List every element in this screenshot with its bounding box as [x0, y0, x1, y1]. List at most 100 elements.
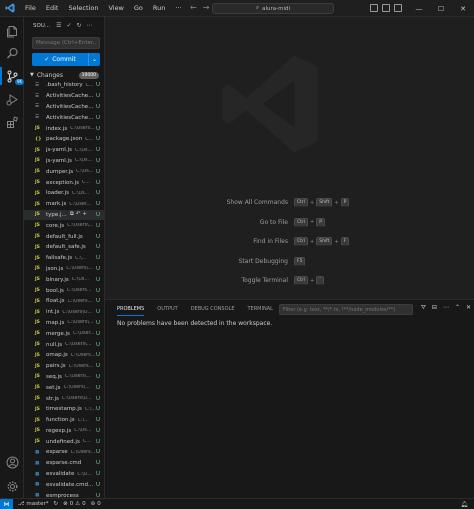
changed-file-row[interactable]: JS loader.js C:\Us... U	[24, 188, 104, 199]
tab-debug-console[interactable]: DEBUG CONSOLE	[191, 300, 235, 318]
ports-status[interactable]: ⊚ 0	[91, 501, 101, 507]
changed-file-row[interactable]: JS core.js C:\Users\... U	[24, 220, 104, 231]
source-control-icon[interactable]: 9K	[4, 68, 25, 85]
changed-file-row[interactable]: JS mark.js C:\User... U	[24, 199, 104, 210]
commit-options-dropdown[interactable]: ⌄	[88, 53, 100, 66]
changed-file-row[interactable]: JS js-yaml.js C:\Us... U	[24, 145, 104, 156]
changed-file-row[interactable]: ☰ ActivitiesCache... U	[24, 112, 104, 123]
tab-terminal[interactable]: TERMINAL	[247, 300, 272, 318]
remote-indicator-icon[interactable]: ⋈	[0, 498, 13, 509]
branch-status[interactable]: ⎇ master*	[18, 501, 49, 507]
problems-filter-input[interactable]	[279, 304, 413, 315]
toggle-sidebar-icon[interactable]	[370, 4, 378, 12]
notifications-bell-icon[interactable]: 🔔︎	[460, 499, 468, 509]
changed-file-row[interactable]: JS pairs.js C:\Users... U	[24, 361, 104, 372]
tab-output[interactable]: OUTPUT	[157, 300, 177, 318]
changed-file-row[interactable]: JS dumper.js C:\Us... U	[24, 166, 104, 177]
menu-file[interactable]: File	[20, 0, 41, 17]
changed-file-row[interactable]: JS null.js C:\Users\... U	[24, 339, 104, 350]
close-panel-icon[interactable]: ✕	[466, 304, 471, 312]
changed-file-row[interactable]: JS binary.js C:\Us... U	[24, 274, 104, 285]
file-path: C:\User...	[69, 201, 91, 207]
manage-gear-icon[interactable]	[4, 478, 20, 494]
problems-status[interactable]: ⊗ 0 ⚠ 0	[63, 501, 86, 507]
js-file-icon: JS	[35, 352, 40, 358]
changed-file-row[interactable]: ☰ .bash_history C... U	[24, 80, 104, 91]
changed-file-row[interactable]: ▦ esparse C:\Users... U	[24, 447, 104, 458]
minimize-button[interactable]: —	[408, 0, 430, 17]
forward-arrow-icon[interactable]: →	[203, 3, 210, 12]
close-button[interactable]: ✕	[452, 0, 474, 17]
changed-file-row[interactable]: JS merge.js C:\User... U	[24, 328, 104, 339]
untracked-status-badge: U	[95, 341, 100, 348]
panel-more-icon[interactable]: ⋯	[443, 304, 449, 312]
changed-file-row[interactable]: {} package.json C... U	[24, 134, 104, 145]
account-icon[interactable]	[4, 454, 20, 470]
changed-file-row[interactable]: JS default_full.js U	[24, 231, 104, 242]
changed-file-row[interactable]: JS seq.js C:\Users\... U	[24, 372, 104, 383]
changed-file-row[interactable]: JS timestamp.js C:\... U	[24, 404, 104, 415]
editor-area: Show All Commands Ctrl + Shift + P Go to Fil…	[105, 17, 474, 299]
menu-run[interactable]: Run	[148, 0, 170, 17]
changed-file-row[interactable]: JS index.js C:\Users... U	[24, 123, 104, 134]
back-arrow-icon[interactable]: ←	[190, 3, 197, 12]
changed-file-row[interactable]: JS type.j... ⧉ ↶ + U	[24, 209, 104, 221]
maximize-button[interactable]: ☐	[430, 0, 452, 17]
changed-file-row[interactable]: JS json.js C:\Users\... U	[24, 264, 104, 275]
changed-file-row[interactable]: JS regexp.js C:\Us... U	[24, 426, 104, 437]
changed-file-row[interactable]: JS js-yaml.js C:\Us... U	[24, 156, 104, 167]
explorer-icon[interactable]	[4, 23, 20, 39]
changed-file-row[interactable]: ▦ esvalidate.cmd... U	[24, 479, 104, 490]
changes-group-header[interactable]: ▼ Changes 10000	[24, 70, 104, 80]
changed-file-row[interactable]: JS float.js C:\Users... U	[24, 296, 104, 307]
menu-view[interactable]: View	[103, 0, 128, 17]
discard-changes-icon[interactable]: ↶	[76, 211, 81, 218]
menu-selection[interactable]: Selection	[63, 0, 103, 17]
command-center[interactable]: ⌕ alura-midi	[212, 3, 334, 14]
untracked-status-badge: U	[95, 211, 100, 218]
changed-file-row[interactable]: JS failsafe.js C:\... U	[24, 253, 104, 264]
changed-file-row[interactable]: ▦ esparse.cmd U	[24, 458, 104, 469]
changed-file-row[interactable]: JS map.js C:\Users\... U	[24, 318, 104, 329]
changed-file-row[interactable]: ☰ ActivitiesCache... U	[24, 102, 104, 113]
file-name: dumper.js	[46, 168, 74, 175]
maximize-panel-icon[interactable]: ⌃	[455, 304, 460, 312]
refresh-icon[interactable]: ↻	[77, 22, 82, 29]
sync-status[interactable]: ↻	[54, 501, 59, 507]
search-view-icon[interactable]	[4, 45, 20, 61]
menu-more[interactable]: ···	[170, 0, 186, 17]
toggle-secondary-sidebar-icon[interactable]	[394, 4, 402, 12]
extensions-icon[interactable]	[4, 114, 20, 130]
changed-file-row[interactable]: JS set.js C:\Users\... U	[24, 382, 104, 393]
view-as-tree-icon[interactable]: ☰	[56, 22, 61, 29]
changed-file-row[interactable]: ▦ esmprocess U	[24, 490, 104, 498]
menu-edit[interactable]: Edit	[41, 0, 64, 17]
more-actions-icon[interactable]: ⋯	[87, 22, 93, 29]
changed-file-row[interactable]: JS default_safe.js U	[24, 242, 104, 253]
changed-file-row[interactable]: JS omap.js C:\Users... U	[24, 350, 104, 361]
collapse-all-icon[interactable]: ⊟	[432, 304, 437, 312]
filter-icon[interactable]: ⛛	[421, 304, 426, 312]
run-debug-icon[interactable]	[4, 91, 20, 107]
changed-file-row[interactable]: ☰ ActivitiesCache... U	[24, 91, 104, 102]
tab-problems[interactable]: PROBLEMS	[117, 300, 145, 318]
changed-file-row[interactable]: ▦ esvalidate C:\U... U	[24, 469, 104, 480]
changed-file-row[interactable]: JS undefined.js C... U	[24, 436, 104, 447]
toggle-panel-icon[interactable]	[382, 4, 390, 12]
file-path: C:\Us...	[74, 158, 93, 164]
changed-file-row[interactable]: JS str.js C:\Users\U... U	[24, 393, 104, 404]
commit-button[interactable]: ✓ Commit	[32, 53, 88, 66]
commit-message-input[interactable]	[32, 37, 100, 49]
open-file-icon[interactable]: ⧉	[70, 211, 74, 218]
commit-check-icon[interactable]: ✓	[66, 22, 71, 29]
file-name: core.js	[46, 222, 65, 229]
file-name: omap.js	[46, 352, 68, 359]
changed-file-row[interactable]: JS bool.js C:\Users... U	[24, 285, 104, 296]
file-path: C:\Users\...	[67, 320, 94, 326]
file-path: C...	[85, 82, 94, 88]
changed-file-row[interactable]: JS function.js C:\... U	[24, 415, 104, 426]
stage-changes-icon[interactable]: +	[82, 211, 87, 218]
changed-file-row[interactable]: JS int.js C:\Users\U... U	[24, 307, 104, 318]
changed-file-row[interactable]: JS exception.js C... U	[24, 177, 104, 188]
menu-go[interactable]: Go	[129, 0, 148, 17]
